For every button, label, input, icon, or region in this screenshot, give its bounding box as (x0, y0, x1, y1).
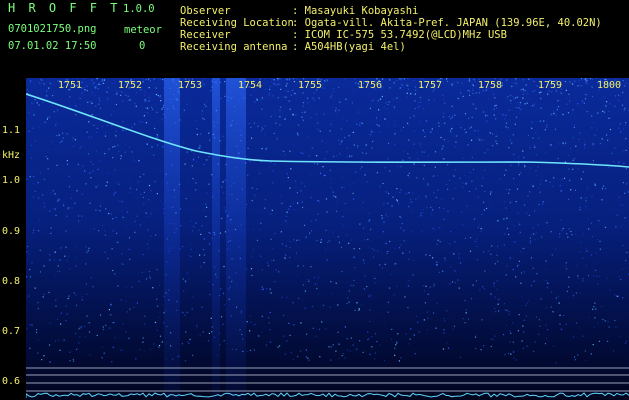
interference-band (212, 78, 220, 400)
interference-band (226, 78, 246, 400)
y-tick-label: 0.7 (2, 326, 21, 337)
y-tick-label: 1.1 (2, 125, 21, 136)
spectrogram (26, 78, 629, 400)
header: H R O F F T 1.0.0 0701021750.png meteor … (0, 0, 629, 75)
spectrogram-background (26, 78, 629, 400)
x-tick-label: 1800 (597, 80, 622, 91)
interference-band (164, 78, 180, 400)
x-tick-label: 1751 (58, 80, 83, 91)
x-tick-label: 1752 (118, 80, 143, 91)
observer-label: Observer (180, 5, 231, 17)
x-tick-label: 1758 (478, 80, 503, 91)
observer-value: : Masayuki Kobayashi (292, 5, 419, 17)
x-tick-label: 1754 (238, 80, 263, 91)
antenna-value: : A504HB(yagi 4el) (292, 41, 406, 53)
receiver-label: Receiver (180, 29, 231, 41)
file-name: 0701021750.png (8, 23, 97, 35)
y-axis-unit: kHz (2, 150, 21, 161)
antenna-label: Receiving antenna (180, 41, 288, 53)
meteor-label: meteor (124, 24, 162, 36)
app-name: H R O F F T (8, 1, 121, 15)
date-time: 07.01.02 17:50 (8, 40, 97, 52)
y-axis: kHz 1.1 1.0 0.9 0.8 0.7 0.6 (0, 75, 26, 400)
x-tick-label: 1757 (418, 80, 443, 91)
app-version: 1.0.0 (123, 3, 155, 15)
x-tick-label: 1756 (358, 80, 383, 91)
x-tick-label: 1755 (298, 80, 323, 91)
y-tick-label: 0.8 (2, 276, 21, 287)
receiver-value: : ICOM IC-575 53.7492(@LCD)MHz USB (292, 29, 507, 41)
x-tick-label: 1759 (538, 80, 563, 91)
location-value: : Ogata-vill. Akita-Pref. JAPAN (139.96E… (292, 17, 602, 29)
y-tick-label: 1.0 (2, 175, 21, 186)
x-tick-label: 1753 (178, 80, 203, 91)
y-tick-label: 0.9 (2, 226, 21, 237)
y-tick-label: 0.6 (2, 376, 21, 387)
meteor-count: 0 (139, 40, 146, 52)
location-label: Receiving Location (180, 17, 294, 29)
